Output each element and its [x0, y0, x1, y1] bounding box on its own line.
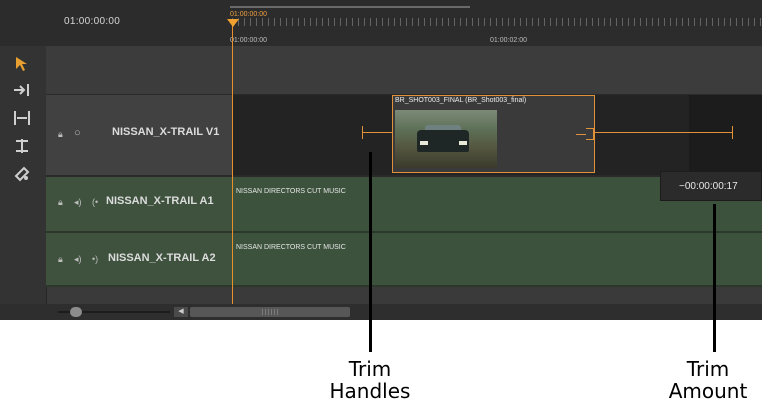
- time-ruler[interactable]: [232, 18, 762, 26]
- playhead-line[interactable]: [232, 19, 233, 304]
- track-header-a2: 🔒︎ ◂) •) NISSAN_X-TRAIL A2: [46, 233, 232, 285]
- car-headlight: [459, 141, 467, 145]
- video-track-gap: [689, 95, 762, 175]
- lock-icon[interactable]: 🔒︎: [58, 254, 63, 265]
- scroll-left-arrow-icon[interactable]: ◀: [174, 307, 188, 317]
- tool-column: [0, 46, 47, 320]
- lock-icon[interactable]: 🔒︎: [58, 197, 63, 208]
- track-header-a1: 🔒︎ ◂) (• NISSAN_X-TRAIL A1: [46, 177, 232, 231]
- ruler-tick-label: 01:00:02:00: [490, 37, 527, 44]
- audio-clip-label-a2: NISSAN DIRECTORS CUT MUSIC: [236, 244, 346, 251]
- current-timecode[interactable]: 01:00:00:00: [64, 16, 120, 27]
- audio-track-a1[interactable]: NISSAN DIRECTORS CUT MUSIC 🔒︎ ◂) (• NISS…: [46, 177, 762, 233]
- callout-line-trim-handles: [369, 152, 372, 352]
- eye-icon[interactable]: ○: [74, 127, 81, 139]
- car-headlight: [420, 141, 428, 145]
- rolling-edit-icon[interactable]: [12, 136, 32, 156]
- trim-extent-end: [732, 126, 733, 139]
- playhead-handle[interactable]: [227, 19, 239, 27]
- speaker-icon[interactable]: ◂): [74, 197, 82, 208]
- select-tool-icon[interactable]: [12, 54, 32, 74]
- callout-text: Handles: [329, 379, 411, 403]
- speaker-icon[interactable]: ◂): [74, 254, 82, 265]
- clip-thumbnail: [395, 110, 497, 168]
- clip-label: BR_SHOT003_FINAL (BR_Shot003_final): [395, 97, 527, 104]
- track-header-v1: 🔒︎ ○ NISSAN_X-TRAIL V1: [46, 95, 232, 175]
- trim-extent-line: [594, 132, 732, 133]
- track-name-a1: NISSAN_X-TRAIL A1: [106, 195, 214, 207]
- timeline-ruler-bar[interactable]: 01:00:00:00 01:00:00:00 01:00:00:00 01:0…: [0, 0, 762, 46]
- audio-clip-label-a1: NISSAN DIRECTORS CUT MUSIC: [236, 188, 346, 195]
- ripple-edit-icon[interactable]: [12, 108, 32, 128]
- trim-handle-left-line[interactable]: [362, 132, 392, 133]
- trim-amount-tooltip: −00:00:00:17: [660, 171, 762, 201]
- trim-handle-right[interactable]: [586, 128, 594, 140]
- timeline-bottom-bar: ◀: [0, 304, 762, 320]
- video-clip[interactable]: BR_SHOT003_FINAL (BR_Shot003_final): [392, 95, 595, 173]
- mono-icon[interactable]: •): [92, 254, 98, 264]
- timeline-window: 01:00:00:00 01:00:00:00 01:00:00:00 01:0…: [0, 0, 762, 320]
- razor-tool-icon[interactable]: [12, 164, 32, 184]
- callout-line-trim-amount: [713, 204, 716, 352]
- track-select-icon[interactable]: [12, 80, 32, 100]
- stereo-icon[interactable]: (•: [92, 197, 98, 207]
- callout-text: Trim: [348, 357, 392, 381]
- callout-text: Amount: [668, 379, 748, 403]
- audio-track-a2[interactable]: NISSAN DIRECTORS CUT MUSIC 🔒︎ ◂) •) NISS…: [46, 233, 762, 287]
- trim-handle-left[interactable]: [362, 126, 363, 139]
- lock-icon[interactable]: 🔒︎: [58, 129, 63, 140]
- horizontal-scrollbar[interactable]: [190, 307, 350, 317]
- callout-trim-amount: Trim Amount: [654, 358, 762, 402]
- track-name-a2: NISSAN_X-TRAIL A2: [108, 252, 216, 264]
- scrollbar-grip: [262, 309, 278, 315]
- track-name-v1: NISSAN_X-TRAIL V1: [112, 126, 220, 138]
- empty-track-area[interactable]: [46, 46, 762, 95]
- ruler-scroll-indicator: [230, 6, 470, 8]
- callout-trim-handles: Trim Handles: [300, 358, 440, 402]
- zoom-slider-knob[interactable]: [70, 307, 82, 317]
- callout-text: Trim: [686, 357, 730, 381]
- audio-clip-a2[interactable]: [232, 233, 762, 285]
- ruler-tick-label: 01:00:00:00: [230, 37, 267, 44]
- trim-amount-value: −00:00:00:17: [679, 181, 738, 192]
- playhead-timecode: 01:00:00:00: [230, 11, 267, 18]
- trim-handle-right-line[interactable]: [576, 134, 586, 135]
